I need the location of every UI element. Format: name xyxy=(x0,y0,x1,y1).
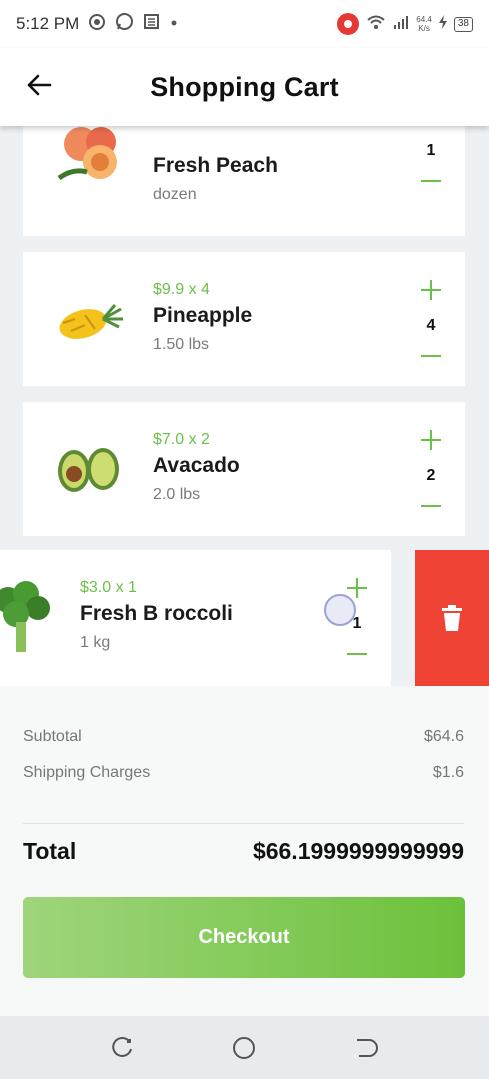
summary-divider xyxy=(23,823,464,824)
decrease-quantity-button[interactable] xyxy=(419,344,443,368)
recents-icon xyxy=(112,1036,132,1057)
recents-button[interactable] xyxy=(109,1035,135,1061)
system-nav-bar xyxy=(0,1016,489,1079)
quantity-value: 2 xyxy=(426,467,436,484)
subtotal-label: Subtotal xyxy=(23,728,82,745)
battery-indicator: 38 xyxy=(453,16,473,32)
back-nav-button[interactable] xyxy=(353,1035,379,1061)
status-time: 5:12 PM xyxy=(16,14,80,33)
settings-dot-icon xyxy=(88,13,106,36)
minus-icon xyxy=(421,180,441,182)
subtotal-row: Subtotal $64.6 xyxy=(23,728,464,746)
minus-icon xyxy=(421,505,441,507)
shipping-value: $1.6 xyxy=(432,764,464,781)
shipping-row: Shipping Charges $1.6 xyxy=(23,764,464,782)
touch-indicator xyxy=(324,594,356,626)
broccoli-image xyxy=(0,580,62,660)
total-value: $66.1999999999999 xyxy=(252,838,464,864)
network-speed-unit: K/s xyxy=(418,24,430,33)
back-button[interactable] xyxy=(22,68,56,102)
item-unit: dozen xyxy=(153,186,197,203)
minus-icon xyxy=(347,653,367,655)
arrow-left-icon xyxy=(27,74,52,96)
peach-image xyxy=(55,126,125,202)
delete-item-button[interactable] xyxy=(415,550,489,686)
item-price: $7.0 x 2 xyxy=(153,431,210,448)
cart-list[interactable]: Fresh Peach dozen 1 $9.9 x 4 Pineapple 1… xyxy=(0,126,489,686)
pineapple-image xyxy=(55,279,125,359)
back-nav-icon xyxy=(357,1039,378,1057)
increase-quantity-button[interactable] xyxy=(419,278,443,302)
plus-icon-stem xyxy=(356,578,358,598)
minus-icon xyxy=(421,355,441,357)
charging-icon xyxy=(438,14,447,34)
dot-icon xyxy=(169,15,179,33)
app-bar: Shopping Cart xyxy=(0,48,489,126)
plus-icon-stem xyxy=(430,280,432,300)
item-price: $9.9 x 4 xyxy=(153,281,210,298)
item-name: Avacado xyxy=(153,454,240,477)
order-summary: Subtotal $64.6 Shipping Charges $1.6 Tot… xyxy=(0,686,489,1016)
page-title: Shopping Cart xyxy=(150,71,339,102)
item-unit: 1.50 lbs xyxy=(153,336,210,353)
shipping-label: Shipping Charges xyxy=(23,764,151,781)
avocado-image xyxy=(55,429,125,509)
plus-icon-stem xyxy=(430,430,432,450)
item-name: Pineapple xyxy=(153,304,253,327)
decrease-quantity-button[interactable] xyxy=(419,494,443,518)
network-speed-value: 64.4 xyxy=(416,15,432,24)
item-name: Fresh Peach xyxy=(153,154,278,177)
item-price: $3.0 x 1 xyxy=(80,579,137,596)
wifi-icon xyxy=(366,14,386,35)
total-label: Total xyxy=(23,838,77,864)
home-icon xyxy=(233,1037,255,1059)
item-name: Fresh B roccoli xyxy=(80,602,233,625)
cart-item[interactable]: $9.9 x 4 Pineapple 1.50 lbs 4 xyxy=(23,252,465,386)
news-icon xyxy=(143,13,160,35)
signal-icon xyxy=(393,14,409,34)
home-button[interactable] xyxy=(231,1035,257,1061)
cart-item[interactable]: Fresh Peach dozen 1 xyxy=(23,126,465,236)
increase-quantity-button[interactable] xyxy=(419,428,443,452)
decrease-quantity-button[interactable] xyxy=(345,642,369,666)
network-speed: 64.4 K/s xyxy=(416,15,432,33)
screen-record-icon xyxy=(337,13,360,35)
quantity-value: 4 xyxy=(426,317,436,334)
trash-icon xyxy=(442,605,462,631)
checkout-button[interactable]: Checkout xyxy=(23,897,465,978)
cart-item[interactable]: $7.0 x 2 Avacado 2.0 lbs 2 xyxy=(23,402,465,536)
subtotal-value: $64.6 xyxy=(423,728,464,745)
item-unit: 2.0 lbs xyxy=(153,486,201,503)
quantity-value: 1 xyxy=(426,142,436,159)
status-bar: 5:12 PM 64.4 K/s 38 xyxy=(0,0,489,48)
item-unit: 1 kg xyxy=(80,634,111,651)
decrease-quantity-button[interactable] xyxy=(419,169,443,193)
total-row: Total $66.1999999999999 xyxy=(23,838,464,865)
whatsapp-icon xyxy=(115,12,134,36)
